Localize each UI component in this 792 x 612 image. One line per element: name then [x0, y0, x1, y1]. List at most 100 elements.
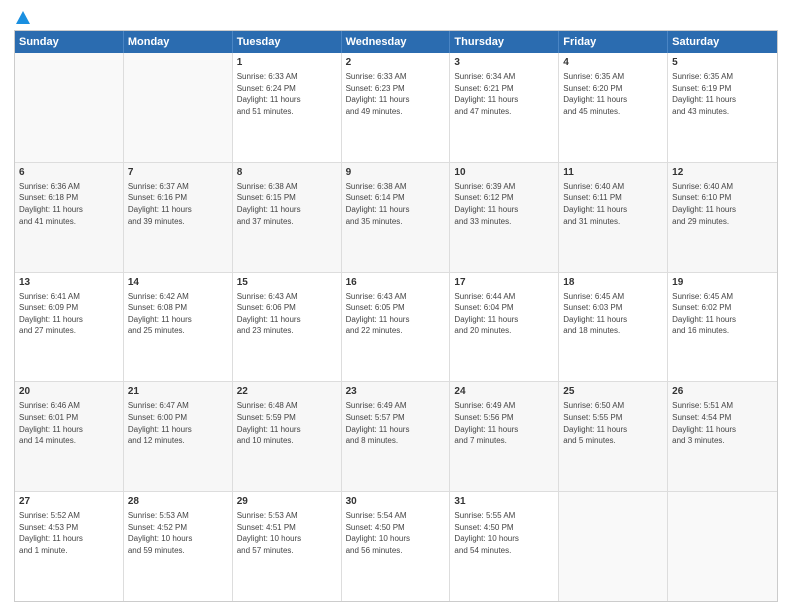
calendar-cell: 10Sunrise: 6:39 AMSunset: 6:12 PMDayligh… [450, 163, 559, 272]
cell-line: and 37 minutes. [237, 216, 337, 228]
cell-line: Daylight: 10 hours [346, 533, 446, 545]
day-number: 28 [128, 495, 228, 509]
cell-line: Sunrise: 5:53 AM [128, 510, 228, 522]
cell-line: and 14 minutes. [19, 435, 119, 447]
calendar-cell: 14Sunrise: 6:42 AMSunset: 6:08 PMDayligh… [124, 273, 233, 382]
cell-line: Sunrise: 6:41 AM [19, 291, 119, 303]
cell-line: Daylight: 11 hours [19, 533, 119, 545]
cell-line: Sunrise: 5:53 AM [237, 510, 337, 522]
day-number: 10 [454, 166, 554, 180]
day-number: 24 [454, 385, 554, 399]
cell-line: Sunset: 6:05 PM [346, 302, 446, 314]
calendar-cell: 30Sunrise: 5:54 AMSunset: 4:50 PMDayligh… [342, 492, 451, 601]
cell-line: Daylight: 11 hours [19, 314, 119, 326]
header-day-saturday: Saturday [668, 31, 777, 53]
calendar-cell: 28Sunrise: 5:53 AMSunset: 4:52 PMDayligh… [124, 492, 233, 601]
cell-line: Sunrise: 6:50 AM [563, 400, 663, 412]
day-number: 16 [346, 276, 446, 290]
day-number: 30 [346, 495, 446, 509]
cell-line: and 22 minutes. [346, 325, 446, 337]
cell-line: and 16 minutes. [672, 325, 773, 337]
cell-line: Sunrise: 6:42 AM [128, 291, 228, 303]
cell-line: Sunrise: 6:46 AM [19, 400, 119, 412]
cell-line: Sunset: 6:20 PM [563, 83, 663, 95]
cell-line: and 59 minutes. [128, 545, 228, 557]
cell-line: and 23 minutes. [237, 325, 337, 337]
calendar-cell: 21Sunrise: 6:47 AMSunset: 6:00 PMDayligh… [124, 382, 233, 491]
cell-line: Daylight: 10 hours [237, 533, 337, 545]
day-number: 3 [454, 56, 554, 70]
calendar-cell: 5Sunrise: 6:35 AMSunset: 6:19 PMDaylight… [668, 53, 777, 162]
cell-line: Sunset: 6:11 PM [563, 192, 663, 204]
calendar-cell: 29Sunrise: 5:53 AMSunset: 4:51 PMDayligh… [233, 492, 342, 601]
cell-line: Daylight: 11 hours [563, 204, 663, 216]
cell-line: Sunset: 6:16 PM [128, 192, 228, 204]
day-number: 12 [672, 166, 773, 180]
cell-line: and 12 minutes. [128, 435, 228, 447]
day-number: 19 [672, 276, 773, 290]
day-number: 4 [563, 56, 663, 70]
cell-line: Sunrise: 6:45 AM [672, 291, 773, 303]
cell-line: Daylight: 11 hours [454, 424, 554, 436]
header [14, 10, 778, 24]
day-number: 23 [346, 385, 446, 399]
calendar-cell [124, 53, 233, 162]
cell-line: and 3 minutes. [672, 435, 773, 447]
day-number: 9 [346, 166, 446, 180]
cell-line: and 8 minutes. [346, 435, 446, 447]
calendar-cell: 11Sunrise: 6:40 AMSunset: 6:11 PMDayligh… [559, 163, 668, 272]
logo [14, 10, 32, 24]
cell-line: Daylight: 11 hours [128, 424, 228, 436]
cell-line: Daylight: 10 hours [454, 533, 554, 545]
cell-line: and 31 minutes. [563, 216, 663, 228]
cell-line: and 29 minutes. [672, 216, 773, 228]
header-day-wednesday: Wednesday [342, 31, 451, 53]
cell-line: Sunrise: 6:43 AM [237, 291, 337, 303]
calendar-row-4: 20Sunrise: 6:46 AMSunset: 6:01 PMDayligh… [15, 382, 777, 492]
cell-line: Sunrise: 5:51 AM [672, 400, 773, 412]
cell-line: and 20 minutes. [454, 325, 554, 337]
cell-line: and 45 minutes. [563, 106, 663, 118]
cell-line: Sunrise: 6:35 AM [672, 71, 773, 83]
cell-line: Sunset: 6:18 PM [19, 192, 119, 204]
calendar-cell: 7Sunrise: 6:37 AMSunset: 6:16 PMDaylight… [124, 163, 233, 272]
cell-line: Sunrise: 6:33 AM [346, 71, 446, 83]
calendar-cell [15, 53, 124, 162]
cell-line: Daylight: 11 hours [346, 424, 446, 436]
header-day-friday: Friday [559, 31, 668, 53]
cell-line: and 39 minutes. [128, 216, 228, 228]
day-number: 1 [237, 56, 337, 70]
cell-line: and 25 minutes. [128, 325, 228, 337]
cell-line: Sunset: 6:15 PM [237, 192, 337, 204]
cell-line: Sunrise: 6:48 AM [237, 400, 337, 412]
cell-line: Sunset: 6:02 PM [672, 302, 773, 314]
cell-line: Sunrise: 6:39 AM [454, 181, 554, 193]
day-number: 17 [454, 276, 554, 290]
calendar-cell: 22Sunrise: 6:48 AMSunset: 5:59 PMDayligh… [233, 382, 342, 491]
cell-line: Daylight: 11 hours [563, 424, 663, 436]
calendar-header: SundayMondayTuesdayWednesdayThursdayFrid… [15, 31, 777, 53]
day-number: 13 [19, 276, 119, 290]
cell-line: Daylight: 11 hours [237, 314, 337, 326]
day-number: 8 [237, 166, 337, 180]
cell-line: Sunrise: 5:55 AM [454, 510, 554, 522]
page: SundayMondayTuesdayWednesdayThursdayFrid… [0, 0, 792, 612]
calendar-cell: 18Sunrise: 6:45 AMSunset: 6:03 PMDayligh… [559, 273, 668, 382]
cell-line: Daylight: 10 hours [128, 533, 228, 545]
cell-line: Daylight: 11 hours [454, 94, 554, 106]
cell-line: Daylight: 11 hours [19, 424, 119, 436]
cell-line: and 57 minutes. [237, 545, 337, 557]
cell-line: Sunset: 6:06 PM [237, 302, 337, 314]
cell-line: Sunrise: 6:49 AM [454, 400, 554, 412]
header-day-sunday: Sunday [15, 31, 124, 53]
day-number: 29 [237, 495, 337, 509]
day-number: 25 [563, 385, 663, 399]
cell-line: Sunset: 4:50 PM [346, 522, 446, 534]
cell-line: Daylight: 11 hours [346, 94, 446, 106]
day-number: 11 [563, 166, 663, 180]
calendar-cell: 25Sunrise: 6:50 AMSunset: 5:55 PMDayligh… [559, 382, 668, 491]
cell-line: Sunrise: 6:49 AM [346, 400, 446, 412]
calendar-cell: 12Sunrise: 6:40 AMSunset: 6:10 PMDayligh… [668, 163, 777, 272]
cell-line: Daylight: 11 hours [237, 204, 337, 216]
cell-line: Daylight: 11 hours [672, 94, 773, 106]
